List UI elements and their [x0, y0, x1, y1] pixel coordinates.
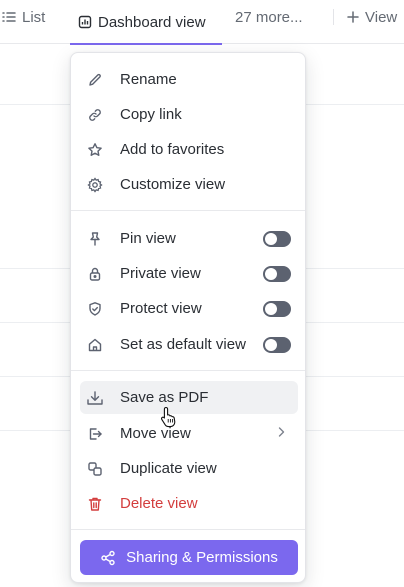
link-icon — [86, 106, 104, 124]
plus-icon — [347, 11, 359, 23]
pin-view-toggle[interactable] — [263, 231, 291, 247]
set-default-view-toggle[interactable] — [263, 337, 291, 353]
shield-icon — [86, 300, 104, 318]
menu-item-label: Duplicate view — [120, 460, 217, 477]
menu-item-add-to-favorites[interactable]: Add to favorites — [80, 133, 298, 166]
menu-item-copy-link[interactable]: Copy link — [80, 98, 298, 131]
tab-separator — [333, 9, 334, 25]
add-view-button[interactable]: View — [347, 0, 397, 34]
menu-item-label: Move view — [120, 425, 191, 442]
tab-list-label: List — [22, 8, 46, 26]
menu-item-set-default-view[interactable]: Set as default view — [80, 328, 298, 361]
menu-item-duplicate-view[interactable]: Duplicate view — [80, 452, 298, 485]
pin-icon — [86, 230, 104, 248]
tab-list[interactable]: List — [2, 0, 45, 34]
menu-item-label: Delete view — [120, 495, 198, 512]
download-icon — [86, 389, 104, 407]
menu-divider — [71, 210, 305, 211]
dashboard-icon — [78, 15, 92, 29]
menu-item-delete-view[interactable]: Delete view — [80, 487, 298, 520]
home-icon — [86, 336, 104, 354]
menu-item-rename[interactable]: Rename — [80, 63, 298, 96]
sharing-permissions-label: Sharing & Permissions — [126, 549, 278, 566]
menu-item-label: Copy link — [120, 106, 182, 123]
tab-dashboard-view[interactable]: Dashboard view — [70, 0, 222, 45]
menu-item-private-view[interactable]: Private view — [80, 257, 298, 290]
view-options-menu: Rename Copy link Add to favorites Custom… — [70, 52, 306, 583]
protect-view-toggle[interactable] — [263, 301, 291, 317]
trash-icon — [86, 495, 104, 513]
move-icon — [86, 425, 104, 443]
menu-divider — [71, 370, 305, 371]
view-tab-bar: List Dashboard view 27 more... View — [0, 0, 404, 45]
list-icon — [2, 10, 16, 24]
menu-item-save-as-pdf[interactable]: Save as PDF — [80, 381, 298, 414]
gear-icon — [86, 176, 104, 194]
add-view-label: View — [365, 8, 398, 26]
menu-item-move-view[interactable]: Move view — [80, 417, 298, 450]
chevron-right-icon — [274, 425, 288, 443]
share-icon — [100, 550, 116, 566]
menu-item-label: Add to favorites — [120, 141, 225, 158]
lock-icon — [86, 265, 104, 283]
private-view-toggle[interactable] — [263, 266, 291, 282]
menu-item-customize-view[interactable]: Customize view — [80, 168, 298, 201]
tab-more-views[interactable]: 27 more... — [235, 0, 303, 34]
menu-item-label: Private view — [120, 265, 201, 282]
menu-item-label: Save as PDF — [120, 389, 209, 406]
menu-item-label: Set as default view — [120, 336, 246, 353]
menu-item-label: Rename — [120, 71, 177, 88]
star-icon — [86, 141, 104, 159]
menu-item-label: Customize view — [120, 176, 226, 193]
menu-item-protect-view[interactable]: Protect view — [80, 292, 298, 325]
menu-divider — [71, 529, 305, 530]
sharing-permissions-button[interactable]: Sharing & Permissions — [80, 540, 298, 575]
duplicate-icon — [86, 460, 104, 478]
tab-dashboard-label: Dashboard view — [98, 13, 206, 31]
menu-item-label: Protect view — [120, 300, 202, 317]
tab-more-label: 27 more... — [235, 8, 303, 26]
menu-item-label: Pin view — [120, 230, 176, 247]
hand-cursor-icon — [160, 406, 178, 433]
menu-item-pin-view[interactable]: Pin view — [80, 222, 298, 255]
pencil-icon — [86, 71, 104, 89]
